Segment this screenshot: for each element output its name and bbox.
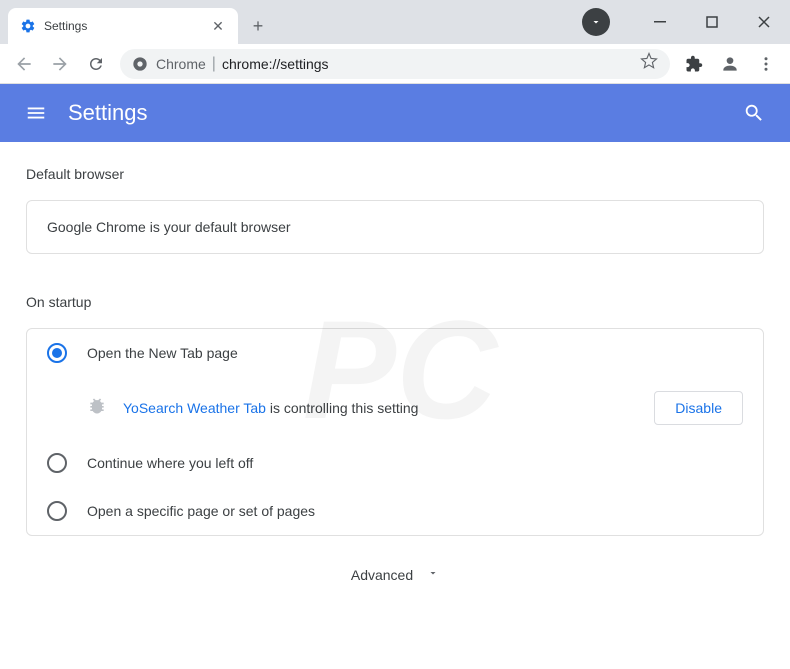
forward-button[interactable] (44, 48, 76, 80)
browser-tab[interactable]: Settings ✕ (8, 8, 238, 44)
startup-option-continue[interactable]: Continue where you left off (27, 439, 763, 487)
browser-navbar: Chrome | chrome://settings (0, 44, 790, 84)
back-button[interactable] (8, 48, 40, 80)
shield-icon[interactable] (582, 8, 610, 36)
omnibox-separator: | (212, 55, 216, 73)
close-button[interactable] (742, 7, 786, 37)
omnibox-prefix: Chrome (156, 56, 206, 72)
omnibox-url: chrome://settings (222, 56, 329, 72)
close-icon[interactable]: ✕ (210, 18, 226, 34)
window-titlebar: Settings ✕ + (0, 0, 790, 44)
extension-link[interactable]: YoSearch Weather Tab (123, 400, 266, 416)
extension-text: YoSearch Weather Tab is controlling this… (123, 400, 654, 416)
default-browser-card: Google Chrome is your default browser (26, 200, 764, 254)
extension-control-row: YoSearch Weather Tab is controlling this… (27, 377, 763, 439)
search-icon[interactable] (734, 93, 774, 133)
radio-label: Open a specific page or set of pages (87, 503, 315, 519)
profile-icon[interactable] (714, 48, 746, 80)
address-bar[interactable]: Chrome | chrome://settings (120, 49, 670, 79)
section-startup-label: On startup (26, 294, 764, 310)
radio-checked-icon[interactable] (47, 343, 67, 363)
chevron-down-icon (427, 566, 439, 584)
advanced-label: Advanced (351, 567, 413, 583)
startup-card: Open the New Tab page YoSearch Weather T… (26, 328, 764, 536)
gear-icon (20, 18, 36, 34)
content-scroll[interactable]: Default browser Google Chrome is your de… (0, 142, 790, 669)
settings-header: Settings (0, 84, 790, 142)
chrome-icon (132, 56, 148, 72)
minimize-button[interactable] (638, 7, 682, 37)
extensions-icon[interactable] (678, 48, 710, 80)
radio-label: Continue where you left off (87, 455, 253, 471)
bug-icon (87, 396, 107, 421)
star-icon[interactable] (640, 52, 658, 75)
maximize-button[interactable] (690, 7, 734, 37)
startup-option-newtab[interactable]: Open the New Tab page (27, 329, 763, 377)
hamburger-icon[interactable] (16, 93, 56, 133)
section-default-browser-label: Default browser (26, 166, 764, 182)
advanced-toggle[interactable]: Advanced (26, 536, 764, 594)
kebab-menu-icon[interactable] (750, 48, 782, 80)
radio-unchecked-icon[interactable] (47, 453, 67, 473)
disable-button[interactable]: Disable (654, 391, 743, 425)
default-browser-message: Google Chrome is your default browser (47, 219, 291, 235)
page-title: Settings (68, 100, 734, 126)
extension-suffix: is controlling this setting (266, 400, 419, 416)
radio-label: Open the New Tab page (87, 345, 238, 361)
startup-option-specific[interactable]: Open a specific page or set of pages (27, 487, 763, 535)
reload-button[interactable] (80, 48, 112, 80)
new-tab-button[interactable]: + (244, 12, 272, 40)
tab-title: Settings (44, 19, 210, 33)
radio-unchecked-icon[interactable] (47, 501, 67, 521)
